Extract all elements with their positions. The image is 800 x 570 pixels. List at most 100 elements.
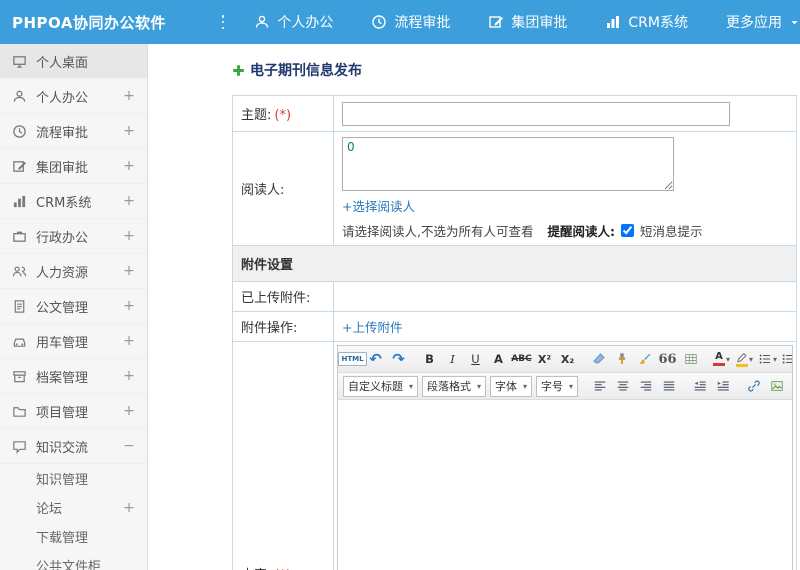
collapse-toggle[interactable]: − — [123, 438, 135, 454]
font-family-select[interactable]: 字体 ▾ — [490, 375, 533, 397]
hamburger-menu-icon[interactable] — [222, 15, 225, 29]
html-source-button[interactable]: HTML — [338, 349, 367, 370]
insert-link-button[interactable] — [743, 376, 764, 397]
nav-label: 个人办公 — [277, 15, 334, 31]
expand-toggle[interactable]: + — [123, 403, 135, 419]
publish-form: 主题: (*) 阅读人: 0 +选择阅读人 请选择阅读人,不选为所有人可查看 提… — [232, 95, 797, 570]
nav-group-approval[interactable]: 集团审批 — [488, 12, 567, 32]
font-size-select[interactable]: 字号 ▾ — [536, 375, 579, 397]
insert-table-button[interactable] — [680, 349, 701, 370]
unordered-list-button[interactable]: ▾ — [757, 349, 778, 370]
nav-crm-system[interactable]: CRM系统 — [605, 12, 688, 32]
sidebar-item-label: 档案管理 — [36, 370, 89, 386]
ordered-list-button[interactable]: ▾ — [780, 349, 792, 370]
format-brush-button[interactable] — [611, 349, 632, 370]
folder-icon — [12, 404, 27, 419]
fill-color-button[interactable] — [634, 349, 655, 370]
sidebar-item-label: 集团审批 — [36, 160, 89, 176]
sidebar-item-vehicle-mgmt[interactable]: 用车管理 + — [0, 324, 147, 359]
subject-input[interactable] — [342, 101, 730, 126]
blockquote-button[interactable]: 66 — [657, 349, 678, 370]
insert-image-button[interactable] — [766, 376, 787, 397]
chart-icon — [12, 194, 27, 209]
align-left-button[interactable] — [589, 376, 610, 397]
expand-toggle[interactable]: + — [123, 123, 135, 139]
sidebar-subitem-knowledge-mgmt[interactable]: 知识管理 — [0, 464, 147, 493]
sidebar-item-label: 项目管理 — [36, 405, 89, 421]
underline-button[interactable]: U — [465, 349, 486, 370]
expand-toggle[interactable]: + — [123, 88, 135, 104]
expand-toggle[interactable]: + — [123, 158, 135, 174]
bold-button[interactable]: B — [419, 349, 440, 370]
sidebar-item-document-mgmt[interactable]: 公文管理 + — [0, 289, 147, 324]
sidebar-subitem-download-mgmt[interactable]: 下载管理 — [0, 522, 147, 551]
expand-toggle[interactable]: + — [123, 368, 135, 384]
nav-workflow-approval[interactable]: 流程审批 — [371, 12, 450, 32]
nav-more-apps[interactable]: 更多应用 — [726, 12, 800, 32]
sidebar-item-project-mgmt[interactable]: 项目管理 + — [0, 394, 147, 429]
expand-toggle[interactable]: + — [123, 500, 135, 516]
subscript-button[interactable]: X₂ — [557, 349, 578, 370]
sidebar-subitem-forum[interactable]: 论坛 + — [0, 493, 147, 522]
align-center-button[interactable] — [612, 376, 633, 397]
remind-readers-label: 提醒阅读人: — [547, 224, 615, 239]
sidebar-item-personal-desktop[interactable]: 个人桌面 — [0, 44, 147, 79]
expand-toggle[interactable]: + — [123, 263, 135, 279]
strikethrough-button[interactable]: ABC — [511, 349, 532, 370]
fore-color-button[interactable]: A ▾ — [711, 349, 732, 370]
redo-button[interactable]: ↷ — [388, 349, 409, 370]
doc-icon — [12, 299, 27, 314]
page-title: 电子期刊信息发布 — [232, 60, 800, 80]
caret-down-icon: ▾ — [748, 354, 753, 364]
italic-button[interactable]: I — [442, 349, 463, 370]
caret-down-icon: ▾ — [409, 381, 414, 391]
sidebar-item-personal-office[interactable]: 个人办公 + — [0, 79, 147, 114]
sidebar-item-workflow-approval[interactable]: 流程审批 + — [0, 114, 147, 149]
align-right-button[interactable] — [635, 376, 656, 397]
attachment-op-label: 附件操作: — [241, 321, 298, 336]
nav-personal-office[interactable]: 个人办公 — [254, 12, 333, 32]
hilite-color-button[interactable]: ▾ — [734, 349, 755, 370]
sidebar-item-label: CRM系统 — [36, 195, 92, 211]
expand-toggle[interactable]: + — [123, 333, 135, 349]
heading-select[interactable]: 自定义标题 ▾ — [343, 375, 419, 397]
select-readers-link[interactable]: +选择阅读人 — [342, 196, 415, 215]
sidebar-item-archive-mgmt[interactable]: 档案管理 + — [0, 359, 147, 394]
sidebar-item-hr[interactable]: 人力资源 + — [0, 254, 147, 289]
expand-toggle[interactable]: + — [123, 298, 135, 314]
outdent-icon — [693, 379, 707, 393]
sms-notify-checkbox[interactable] — [620, 224, 634, 237]
expand-toggle[interactable]: + — [123, 228, 135, 244]
sidebar-item-admin-office[interactable]: 行政办公 + — [0, 219, 147, 254]
list-ol-icon — [781, 352, 792, 366]
uploaded-value-cell — [333, 281, 797, 312]
font-button[interactable]: A — [488, 349, 509, 370]
link-icon — [747, 379, 761, 393]
align-justify-button[interactable] — [658, 376, 679, 397]
expand-toggle[interactable]: + — [123, 193, 135, 209]
content-label-cell: 内容:(*) — [232, 341, 334, 570]
outdent-button[interactable] — [689, 376, 710, 397]
sms-notify-label: 短消息提示 — [639, 224, 703, 239]
upload-attachment-link[interactable]: +上传附件 — [342, 317, 402, 336]
nav-label: CRM系统 — [628, 15, 688, 31]
editor-content-area[interactable] — [338, 400, 792, 570]
remove-format-button[interactable] — [588, 349, 609, 370]
sidebar-item-crm-system[interactable]: CRM系统 + — [0, 184, 147, 219]
superscript-button[interactable]: X² — [534, 349, 555, 370]
sidebar-item-knowledge-exchange[interactable]: 知识交流 − — [0, 429, 147, 464]
sidebar-subitem-public-file-cabinet[interactable]: 公共文件柜 — [0, 551, 147, 570]
sidebar-item-label: 用车管理 — [36, 335, 89, 351]
sidebar-item-group-approval[interactable]: 集团审批 + — [0, 149, 147, 184]
main-content: 电子期刊信息发布 主题: (*) 阅读人: 0 +选择阅读人 请选择阅读人,不选… — [149, 44, 800, 570]
indent-button[interactable] — [712, 376, 733, 397]
archive-icon — [12, 369, 27, 384]
rich-text-editor: HTML ↶ ↷ B I U A ABC X² X₂ 66 A ▾ ▾ ▾ 自定… — [337, 345, 793, 570]
required-mark: (*) — [274, 108, 292, 123]
undo-button[interactable]: ↶ — [365, 349, 386, 370]
paragraph-format-select[interactable]: 段落格式 ▾ — [422, 375, 487, 397]
table-icon — [684, 352, 698, 366]
insert-media-button[interactable] — [789, 376, 792, 397]
person-icon — [254, 14, 270, 30]
readers-textarea[interactable]: 0 — [342, 137, 674, 191]
